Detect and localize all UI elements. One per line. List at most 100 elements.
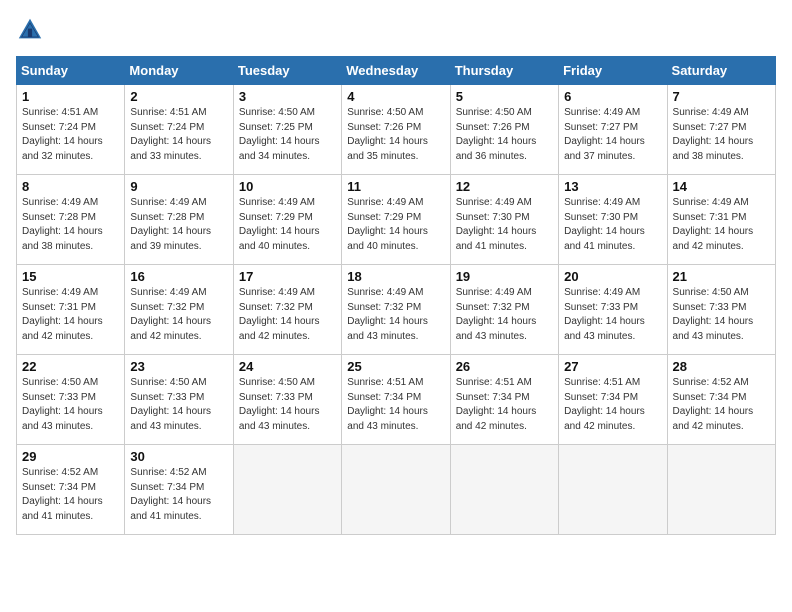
day-info: Sunrise: 4:51 AMSunset: 7:24 PMDaylight:… <box>22 106 119 164</box>
calendar-cell: 5 Sunrise: 4:50 AMSunset: 7:26 PMDaylight… <box>450 85 558 175</box>
day-number: 27 <box>564 359 661 374</box>
calendar-cell <box>559 445 667 535</box>
day-info: Sunrise: 4:50 AMSunset: 7:33 PMDaylight:… <box>130 376 227 434</box>
day-number: 3 <box>239 89 336 104</box>
calendar-cell: 11 Sunrise: 4:49 AMSunset: 7:29 PMDayligh… <box>342 175 450 265</box>
day-number: 26 <box>456 359 553 374</box>
day-number: 17 <box>239 269 336 284</box>
weekday-header-friday: Friday <box>559 57 667 85</box>
day-number: 29 <box>22 449 119 464</box>
day-number: 21 <box>673 269 770 284</box>
day-number: 28 <box>673 359 770 374</box>
calendar-cell: 1 Sunrise: 4:51 AMSunset: 7:24 PMDaylight… <box>17 85 125 175</box>
weekday-header-thursday: Thursday <box>450 57 558 85</box>
day-number: 11 <box>347 179 444 194</box>
weekday-header-tuesday: Tuesday <box>233 57 341 85</box>
calendar-week-row: 8 Sunrise: 4:49 AMSunset: 7:28 PMDaylight… <box>17 175 776 265</box>
day-info: Sunrise: 4:49 AMSunset: 7:32 PMDaylight:… <box>239 286 336 344</box>
calendar-cell <box>342 445 450 535</box>
calendar-week-row: 15 Sunrise: 4:49 AMSunset: 7:31 PMDayligh… <box>17 265 776 355</box>
calendar-cell: 15 Sunrise: 4:49 AMSunset: 7:31 PMDayligh… <box>17 265 125 355</box>
weekday-header-row: SundayMondayTuesdayWednesdayThursdayFrid… <box>17 57 776 85</box>
calendar-cell: 29 Sunrise: 4:52 AMSunset: 7:34 PMDayligh… <box>17 445 125 535</box>
calendar-week-row: 1 Sunrise: 4:51 AMSunset: 7:24 PMDaylight… <box>17 85 776 175</box>
calendar-cell: 30 Sunrise: 4:52 AMSunset: 7:34 PMDayligh… <box>125 445 233 535</box>
calendar-cell: 20 Sunrise: 4:49 AMSunset: 7:33 PMDayligh… <box>559 265 667 355</box>
day-number: 15 <box>22 269 119 284</box>
day-number: 7 <box>673 89 770 104</box>
day-number: 10 <box>239 179 336 194</box>
day-info: Sunrise: 4:51 AMSunset: 7:34 PMDaylight:… <box>564 376 661 434</box>
day-info: Sunrise: 4:51 AMSunset: 7:34 PMDaylight:… <box>456 376 553 434</box>
calendar-cell: 3 Sunrise: 4:50 AMSunset: 7:25 PMDaylight… <box>233 85 341 175</box>
day-number: 24 <box>239 359 336 374</box>
calendar-cell: 19Sunrise: 4:49 AMSunset: 7:32 PMDayligh… <box>450 265 558 355</box>
day-info: Sunrise: 4:49 AMSunset: 7:32 PMDaylight:… <box>130 286 227 344</box>
day-info: Sunrise: 4:50 AMSunset: 7:25 PMDaylight:… <box>239 106 336 164</box>
day-number: 5 <box>456 89 553 104</box>
day-number: 1 <box>22 89 119 104</box>
day-number: 13 <box>564 179 661 194</box>
day-info: Sunrise: 4:50 AMSunset: 7:33 PMDaylight:… <box>239 376 336 434</box>
calendar-cell: 6 Sunrise: 4:49 AMSunset: 7:27 PMDaylight… <box>559 85 667 175</box>
weekday-header-sunday: Sunday <box>17 57 125 85</box>
day-info: Sunrise: 4:50 AMSunset: 7:26 PMDaylight:… <box>456 106 553 164</box>
day-number: 9 <box>130 179 227 194</box>
calendar-cell: 27 Sunrise: 4:51 AMSunset: 7:34 PMDayligh… <box>559 355 667 445</box>
calendar-table: SundayMondayTuesdayWednesdayThursdayFrid… <box>16 56 776 535</box>
calendar-cell: 21 Sunrise: 4:50 AMSunset: 7:33 PMDayligh… <box>667 265 775 355</box>
day-number: 8 <box>22 179 119 194</box>
day-number: 2 <box>130 89 227 104</box>
day-number: 20 <box>564 269 661 284</box>
calendar-cell <box>450 445 558 535</box>
day-info: Sunrise: 4:52 AMSunset: 7:34 PMDaylight:… <box>130 466 227 524</box>
calendar-cell: 10Sunrise: 4:49 AMSunset: 7:29 PMDayligh… <box>233 175 341 265</box>
calendar-cell: 18Sunrise: 4:49 AMSunset: 7:32 PMDayligh… <box>342 265 450 355</box>
day-info: Sunrise: 4:49 AMSunset: 7:31 PMDaylight:… <box>673 196 770 254</box>
calendar-cell: 13 Sunrise: 4:49 AMSunset: 7:30 PMDayligh… <box>559 175 667 265</box>
day-info: Sunrise: 4:50 AMSunset: 7:33 PMDaylight:… <box>22 376 119 434</box>
day-number: 16 <box>130 269 227 284</box>
calendar-cell: 7 Sunrise: 4:49 AMSunset: 7:27 PMDaylight… <box>667 85 775 175</box>
day-number: 25 <box>347 359 444 374</box>
logo-icon <box>16 16 44 44</box>
day-number: 30 <box>130 449 227 464</box>
day-info: Sunrise: 4:50 AMSunset: 7:26 PMDaylight:… <box>347 106 444 164</box>
calendar-cell: 2Sunrise: 4:51 AMSunset: 7:24 PMDaylight… <box>125 85 233 175</box>
day-info: Sunrise: 4:50 AMSunset: 7:33 PMDaylight:… <box>673 286 770 344</box>
calendar-cell: 25 Sunrise: 4:51 AMSunset: 7:34 PMDayligh… <box>342 355 450 445</box>
day-info: Sunrise: 4:49 AMSunset: 7:30 PMDaylight:… <box>564 196 661 254</box>
day-info: Sunrise: 4:49 AMSunset: 7:30 PMDaylight:… <box>456 196 553 254</box>
day-info: Sunrise: 4:49 AMSunset: 7:29 PMDaylight:… <box>347 196 444 254</box>
day-info: Sunrise: 4:52 AMSunset: 7:34 PMDaylight:… <box>22 466 119 524</box>
calendar-cell: 28Sunrise: 4:52 AMSunset: 7:34 PMDayligh… <box>667 355 775 445</box>
day-info: Sunrise: 4:49 AMSunset: 7:31 PMDaylight:… <box>22 286 119 344</box>
calendar-cell <box>667 445 775 535</box>
day-info: Sunrise: 4:49 AMSunset: 7:27 PMDaylight:… <box>673 106 770 164</box>
weekday-header-monday: Monday <box>125 57 233 85</box>
calendar-cell: 26 Sunrise: 4:51 AMSunset: 7:34 PMDayligh… <box>450 355 558 445</box>
calendar-cell: 4 Sunrise: 4:50 AMSunset: 7:26 PMDaylight… <box>342 85 450 175</box>
day-info: Sunrise: 4:51 AMSunset: 7:34 PMDaylight:… <box>347 376 444 434</box>
day-number: 12 <box>456 179 553 194</box>
day-number: 4 <box>347 89 444 104</box>
day-number: 22 <box>22 359 119 374</box>
day-info: Sunrise: 4:49 AMSunset: 7:32 PMDaylight:… <box>347 286 444 344</box>
day-number: 23 <box>130 359 227 374</box>
calendar-cell: 24 Sunrise: 4:50 AMSunset: 7:33 PMDayligh… <box>233 355 341 445</box>
calendar-cell <box>233 445 341 535</box>
page-header <box>16 16 776 44</box>
calendar-cell: 17 Sunrise: 4:49 AMSunset: 7:32 PMDayligh… <box>233 265 341 355</box>
day-number: 19 <box>456 269 553 284</box>
day-number: 14 <box>673 179 770 194</box>
calendar-cell: 23 Sunrise: 4:50 AMSunset: 7:33 PMDayligh… <box>125 355 233 445</box>
calendar-cell: 9 Sunrise: 4:49 AMSunset: 7:28 PMDaylight… <box>125 175 233 265</box>
day-info: Sunrise: 4:49 AMSunset: 7:27 PMDaylight:… <box>564 106 661 164</box>
calendar-cell: 14 Sunrise: 4:49 AMSunset: 7:31 PMDayligh… <box>667 175 775 265</box>
day-info: Sunrise: 4:49 AMSunset: 7:33 PMDaylight:… <box>564 286 661 344</box>
calendar-cell: 8Sunrise: 4:49 AMSunset: 7:28 PMDaylight… <box>17 175 125 265</box>
calendar-cell: 16 Sunrise: 4:49 AMSunset: 7:32 PMDayligh… <box>125 265 233 355</box>
day-info: Sunrise: 4:49 AMSunset: 7:28 PMDaylight:… <box>130 196 227 254</box>
calendar-week-row: 22 Sunrise: 4:50 AMSunset: 7:33 PMDayligh… <box>17 355 776 445</box>
day-number: 6 <box>564 89 661 104</box>
